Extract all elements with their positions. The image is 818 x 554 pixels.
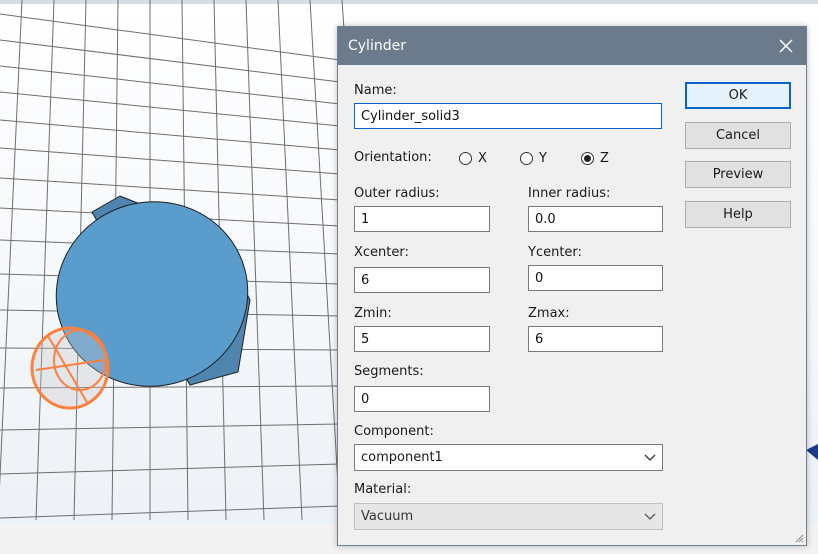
component-label: Component: [354,424,434,439]
ycenter-label: Ycenter: [528,245,582,260]
orientation-radio-y[interactable]: Y [520,151,547,166]
zmax-label: Zmax: [528,306,570,321]
segments-label: Segments: [354,364,424,379]
material-label: Material: [354,482,412,497]
ycenter-input[interactable] [528,265,663,291]
segments-input[interactable] [354,386,490,412]
chevron-down-icon [644,513,656,520]
name-label: Name: [354,83,397,98]
zmin-label: Zmin: [354,306,392,321]
resize-grip-icon[interactable] [794,533,804,543]
close-button[interactable] [766,27,806,65]
ok-button[interactable]: OK [685,82,791,109]
inner-radius-label: Inner radius: [528,186,611,201]
inner-radius-input[interactable] [528,206,663,232]
dialog-title: Cylinder [348,38,406,54]
component-select[interactable]: component1 [354,444,663,471]
orientation-label: Orientation: [354,150,432,165]
cylinder-dialog: Cylinder Name: Orientation: X Y Z Outer … [337,26,807,546]
outer-radius-input[interactable] [354,206,490,232]
dialog-titlebar[interactable]: Cylinder [338,27,806,65]
xcenter-label: Xcenter: [354,245,409,260]
close-icon [779,39,793,53]
zmax-input[interactable] [528,326,663,352]
outer-radius-label: Outer radius: [354,186,440,201]
name-input[interactable] [354,103,662,129]
preview-button[interactable]: Preview [685,161,791,188]
chevron-down-icon [644,454,656,461]
xcenter-input[interactable] [354,267,490,293]
orientation-radio-x[interactable]: X [459,151,487,166]
help-button[interactable]: Help [685,201,791,228]
zmin-input[interactable] [354,326,490,352]
cancel-button[interactable]: Cancel [685,122,791,149]
selected-cylinder-outline[interactable] [30,326,110,410]
orientation-radio-z[interactable]: Z [581,151,609,166]
material-select[interactable]: Vacuum [354,503,663,530]
